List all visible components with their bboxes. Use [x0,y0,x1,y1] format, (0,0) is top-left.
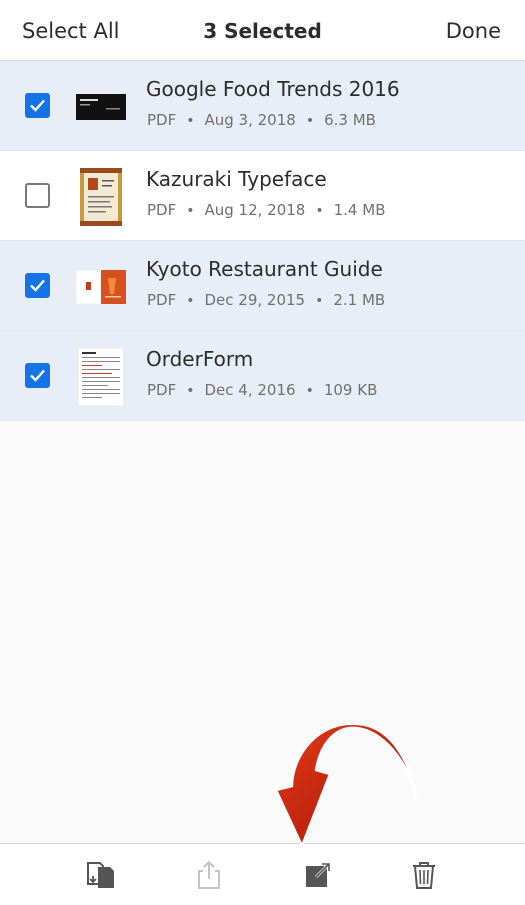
file-size: 6.3 MB [324,111,376,129]
file-size: 109 KB [323,381,378,399]
file-date: Dec 4, 2016 [204,381,296,399]
file-date: Dec 29, 2015 [204,291,306,309]
bottom-toolbar [0,843,525,905]
screen: Select All 3 Selected Done Google Food T… [0,0,525,905]
file-row[interactable]: Kazuraki Typeface PDF • Aug 12, 2018 • 1.4 M… [0,151,525,241]
checkmark-icon [30,279,45,292]
file-row[interactable]: OrderForm PDF • Dec 4, 2016 • 109 KB [0,331,525,421]
checkmark-icon [30,99,45,112]
select-checkbox[interactable] [25,273,50,298]
file-name: Google Food Trends 2016 [146,77,400,101]
meta-separator: • [305,383,314,399]
open-in-icon[interactable] [300,857,336,893]
checkmark-icon [30,369,45,382]
file-name: OrderForm [146,347,254,371]
combine-files-icon[interactable] [83,857,119,893]
file-row[interactable]: Kyoto Restaurant Guide PDF • Dec 29, 2015 •… [0,241,525,331]
file-size: 2.1 MB [333,291,386,309]
file-row[interactable]: Google Food Trends 2016 PDF • Aug 3, 2018 •… [0,61,525,151]
meta-separator: • [305,113,315,129]
meta-separator: • [315,293,324,309]
file-name: Kazuraki Typeface [146,167,327,191]
trash-icon[interactable] [406,857,442,893]
file-meta: PDF • Dec 29, 2015 • 2.1 MB [147,291,385,309]
file-type: PDF [147,111,177,129]
file-meta: PDF • Aug 12, 2018 • 1.4 MB [147,201,385,219]
file-date: Aug 12, 2018 [204,201,306,219]
file-type: PDF [147,201,177,219]
meta-separator: • [186,203,195,219]
file-thumbnail [76,258,126,316]
meta-separator: • [315,203,324,219]
select-checkbox[interactable] [25,93,50,118]
file-name: Kyoto Restaurant Guide [146,257,383,281]
file-date: Aug 3, 2018 [204,111,296,129]
file-thumbnail [76,168,126,226]
file-thumbnail [76,78,126,136]
select-checkbox[interactable] [25,183,50,208]
file-meta: PDF • Dec 4, 2016 • 109 KB [147,381,377,399]
navigation-bar: Select All 3 Selected Done [0,0,525,61]
file-meta: PDF • Aug 3, 2018 • 6.3 MB [147,111,376,129]
meta-separator: • [186,293,195,309]
select-checkbox[interactable] [25,363,50,388]
file-size: 1.4 MB [333,201,386,219]
done-button[interactable]: Done [446,17,501,45]
meta-separator: • [186,383,195,399]
meta-separator: • [186,113,195,129]
file-type: PDF [147,381,177,399]
file-list: Google Food Trends 2016 PDF • Aug 3, 2018 •… [0,61,525,421]
share-icon[interactable] [191,857,227,893]
file-thumbnail [76,348,126,406]
file-type: PDF [147,291,177,309]
